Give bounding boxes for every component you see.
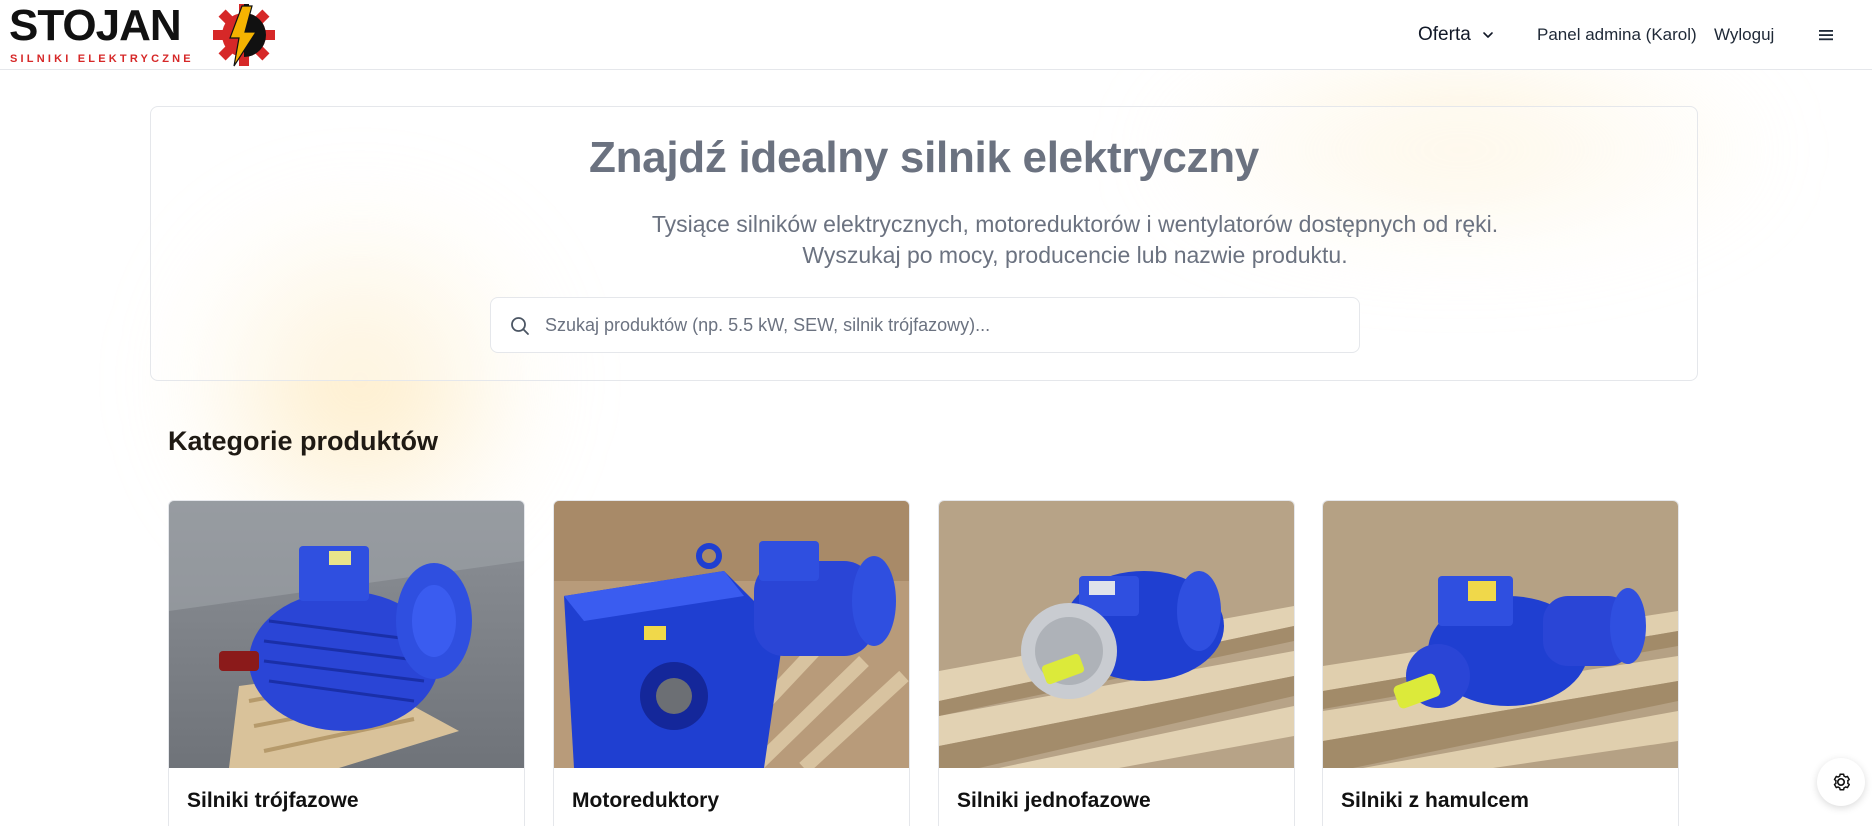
settings-button[interactable]: [1817, 758, 1865, 806]
hamburger-menu-button[interactable]: [1817, 0, 1835, 70]
gear-icon: [1833, 773, 1850, 791]
nav-logout-link[interactable]: Wyloguj: [1714, 0, 1774, 70]
nav-logout-label: Wyloguj: [1714, 25, 1775, 44]
category-label: Silniki z hamulcem: [1341, 789, 1529, 812]
nav-offer-dropdown[interactable]: Oferta: [1418, 0, 1495, 70]
category-image-gear-motor: [554, 501, 909, 768]
category-card-three-phase[interactable]: Silniki trójfazowe: [168, 500, 525, 826]
hero-title: Znajdź idealny silnik elektryczny: [589, 133, 1259, 182]
search-input[interactable]: [545, 298, 1345, 352]
brand-name: STOJAN: [9, 1, 182, 50]
category-card-gear-motors[interactable]: Motoreduktory: [553, 500, 910, 826]
category-image-single-phase-motor: [939, 501, 1294, 768]
category-card-brake-motors[interactable]: Silniki z hamulcem: [1322, 500, 1679, 826]
nav-offer-label: Oferta: [1418, 24, 1471, 45]
category-image-three-phase-motor: [169, 501, 524, 768]
category-label: Silniki trójfazowe: [187, 789, 359, 812]
brand-logo[interactable]: STOJAN SILNIKI ELEKTRYCZNE: [9, 1, 275, 68]
category-card-single-phase[interactable]: Silniki jednofazowe: [938, 500, 1295, 826]
category-image-brake-motor: [1323, 501, 1678, 768]
nav-admin-label: Panel admina (Karol): [1537, 25, 1697, 44]
search-icon: [511, 317, 529, 335]
chevron-down-icon: [1483, 32, 1493, 38]
category-label: Motoreduktory: [572, 789, 719, 812]
hamburger-menu-icon: [1819, 30, 1833, 41]
nav-admin-panel-link[interactable]: Panel admina (Karol): [1537, 0, 1697, 70]
categories-heading: Kategorie produktów: [168, 426, 439, 456]
site-header: STOJAN SILNIKI ELEKTRYCZNE Oferta Panel …: [0, 0, 1872, 70]
category-label: Silniki jednofazowe: [957, 789, 1151, 812]
hero-search-panel: Znajdź idealny silnik elektryczny Tysiąc…: [150, 106, 1698, 381]
lightning-gear-icon: [213, 4, 275, 67]
brand-tagline: SILNIKI ELEKTRYCZNE: [10, 53, 194, 65]
product-search-box[interactable]: [490, 297, 1360, 353]
hero-subtitle: Tysiące silników elektrycznych, motoredu…: [651, 211, 1499, 268]
